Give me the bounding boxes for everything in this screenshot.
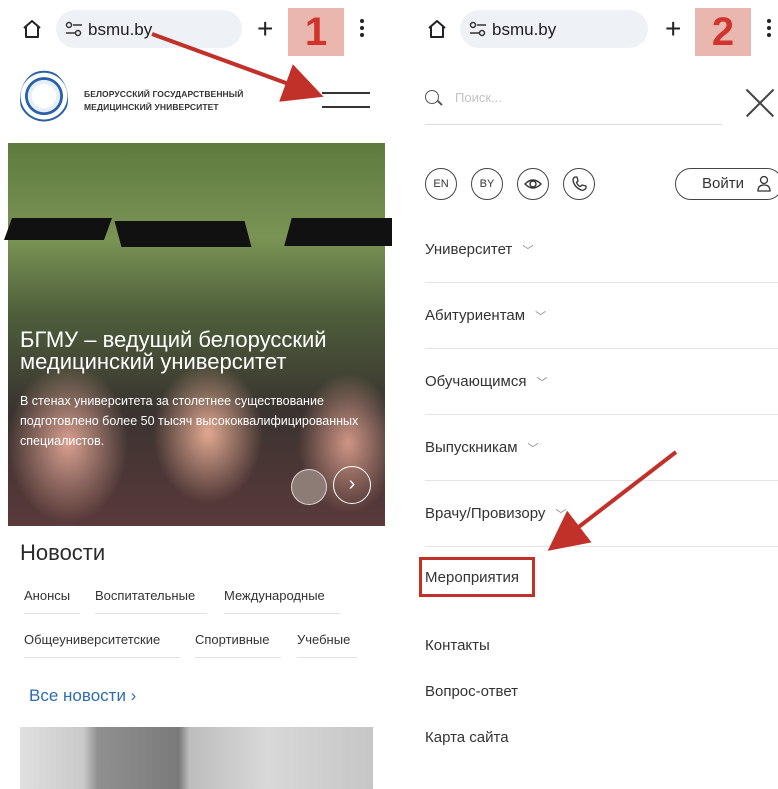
graduation-cap bbox=[284, 218, 392, 246]
university-logo[interactable] bbox=[20, 70, 68, 128]
step-badge: 1 bbox=[288, 8, 344, 56]
next-slide-button[interactable]: › bbox=[333, 466, 371, 504]
home-icon[interactable] bbox=[425, 17, 449, 41]
new-tab-icon[interactable]: + bbox=[257, 15, 273, 43]
menu-dots-icon[interactable] bbox=[767, 19, 771, 40]
menu-divider bbox=[425, 348, 778, 349]
address-bar[interactable]: bsmu.by bbox=[460, 10, 648, 48]
menu-divider bbox=[425, 480, 778, 481]
news-tag[interactable]: Анонсы bbox=[24, 588, 80, 614]
chevron-down-icon: ﹀ bbox=[555, 509, 567, 521]
hero-title: БГМУ – ведущий белорусский медицинский у… bbox=[20, 327, 327, 374]
chevron-down-icon: ﹀ bbox=[536, 377, 548, 389]
site-settings-icon[interactable] bbox=[65, 21, 83, 37]
step-badge: 2 bbox=[695, 8, 751, 56]
news-tag[interactable]: Воспитательные bbox=[95, 588, 207, 614]
search-input[interactable]: Поиск... bbox=[455, 90, 502, 105]
lang-by-button[interactable]: BY bbox=[471, 168, 503, 200]
hero-banner: БГМУ – ведущий белорусский медицинский у… bbox=[3, 143, 392, 526]
url-text: bsmu.by bbox=[492, 20, 557, 39]
menu-item-sitemap[interactable]: Карта сайта bbox=[425, 729, 509, 746]
highlight-box bbox=[419, 557, 535, 597]
address-bar[interactable]: bsmu.by bbox=[56, 10, 242, 48]
site-settings-icon[interactable] bbox=[469, 21, 487, 37]
home-icon[interactable] bbox=[20, 17, 44, 41]
lang-en-button[interactable]: EN bbox=[425, 168, 457, 200]
chevron-down-icon: ﹀ bbox=[527, 443, 539, 455]
news-tag[interactable]: Общеуниверситетские bbox=[24, 632, 180, 658]
user-icon bbox=[757, 175, 771, 192]
news-heading: Новости bbox=[20, 540, 106, 565]
menu-divider bbox=[425, 546, 778, 547]
menu-divider bbox=[425, 414, 778, 415]
menu-item-graduates[interactable]: Выпускникам ﹀ bbox=[425, 439, 539, 456]
university-name: БЕЛОРУССКИЙ ГОСУДАРСТВЕННЫЙ МЕДИЦИНСКИЙ … bbox=[84, 89, 244, 112]
menu-item-applicants[interactable]: Абитуриентам ﹀ bbox=[425, 307, 546, 324]
news-tag[interactable]: Спортивные bbox=[195, 632, 281, 658]
news-image[interactable] bbox=[20, 727, 373, 789]
chevron-down-icon: ﹀ bbox=[535, 311, 547, 323]
slide-thumbnail[interactable] bbox=[291, 469, 327, 505]
hamburger-menu-icon[interactable] bbox=[322, 92, 370, 110]
hero-text: В стенах университета за столетнее сущес… bbox=[20, 394, 359, 448]
accessibility-eye-icon[interactable] bbox=[517, 168, 549, 200]
menu-item-contacts[interactable]: Контакты bbox=[425, 637, 490, 654]
news-tag[interactable]: Международные bbox=[224, 588, 340, 614]
left-screenshot: bsmu.by + 1 БЕЛОРУССКИЙ ГОСУДАРСТВЕННЫЙ … bbox=[0, 0, 392, 789]
all-news-link[interactable]: Все новости › bbox=[29, 686, 136, 706]
chevron-down-icon: ﹀ bbox=[522, 245, 534, 257]
search-underline bbox=[425, 124, 722, 125]
news-tag[interactable]: Учебные bbox=[297, 632, 357, 658]
menu-dots-icon[interactable] bbox=[360, 19, 364, 40]
menu-item-students[interactable]: Обучающимся ﹀ bbox=[425, 373, 548, 390]
url-text: bsmu.by bbox=[88, 20, 153, 39]
login-label: Войти bbox=[702, 175, 744, 192]
menu-item-university[interactable]: Университет ﹀ bbox=[425, 241, 533, 258]
close-icon[interactable] bbox=[745, 88, 775, 118]
new-tab-icon[interactable]: + bbox=[665, 15, 681, 43]
phone-icon[interactable] bbox=[563, 168, 595, 200]
search-icon bbox=[425, 90, 439, 104]
menu-item-faq[interactable]: Вопрос-ответ bbox=[425, 683, 518, 700]
graduation-cap bbox=[3, 218, 113, 240]
login-button[interactable]: Войти bbox=[675, 168, 778, 200]
right-screenshot: bsmu.by + 2 Поиск... EN BY Войти Универс… bbox=[405, 0, 778, 789]
menu-item-doctors[interactable]: Врачу/Провизору ﹀ bbox=[425, 505, 566, 522]
menu-divider bbox=[425, 282, 778, 283]
graduation-cap bbox=[114, 221, 252, 247]
